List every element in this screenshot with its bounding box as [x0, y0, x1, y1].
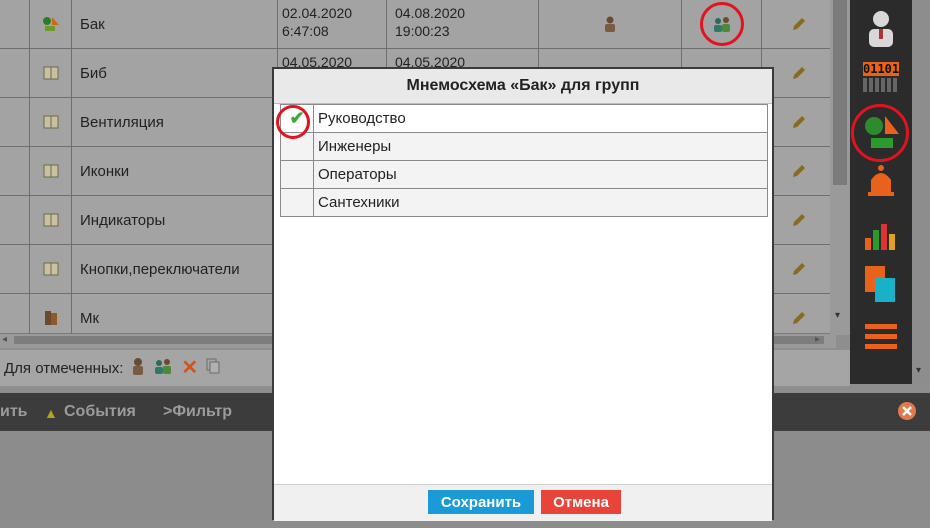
- row-name: Бак: [72, 0, 278, 48]
- group-checkbox[interactable]: [281, 189, 314, 216]
- right-toolbar: 01101: [850, 0, 912, 384]
- group-row-plumbers[interactable]: Сантехники: [280, 189, 768, 217]
- row-modified: 04.08.2020 19:00:23: [387, 0, 539, 48]
- book-icon: [30, 98, 72, 146]
- copy-icon[interactable]: [206, 358, 220, 378]
- cancel-button[interactable]: Отмена: [541, 490, 621, 514]
- bulk-label: Для отмеченных:: [4, 359, 124, 377]
- user-access-icon[interactable]: [539, 0, 682, 48]
- group-label: Инженеры: [318, 138, 392, 155]
- row-checkbox[interactable]: [0, 49, 30, 97]
- group-row-operators[interactable]: Операторы: [280, 161, 768, 189]
- group-list: ✔ Руководство Инженеры Операторы Сантехн…: [280, 104, 768, 217]
- bar-chart-icon[interactable]: [863, 220, 899, 256]
- created-time: 6:47:08: [282, 23, 329, 39]
- shapes-icon: [30, 0, 72, 48]
- dialog-footer: Сохранить Отмена: [274, 484, 772, 521]
- group-row-management[interactable]: ✔ Руководство: [280, 104, 768, 133]
- row-created: 02.04.2020 6:47:08: [278, 0, 387, 48]
- row-name: Биб: [72, 49, 278, 97]
- row-checkbox[interactable]: [0, 98, 30, 146]
- row-checkbox[interactable]: [0, 147, 30, 195]
- user-icon[interactable]: [863, 8, 899, 47]
- row-name: Вентиляция: [72, 98, 278, 146]
- delete-icon[interactable]: ✕: [181, 358, 198, 378]
- close-panel-icon[interactable]: [897, 401, 917, 426]
- bottom-bar-item-cut[interactable]: ить: [0, 403, 28, 421]
- save-button[interactable]: Сохранить: [428, 490, 534, 514]
- warning-icon: ▲: [44, 405, 58, 421]
- mnemonic-highlight: [851, 104, 909, 162]
- binary-label: 01101: [863, 62, 900, 76]
- binary-data-icon[interactable]: 01101: [863, 62, 899, 98]
- scroll-right-icon[interactable]: ▸: [815, 334, 820, 345]
- dialog-title: Мнемосхема «Бак» для групп: [274, 69, 772, 104]
- scroll-down-icon[interactable]: ▾: [835, 310, 840, 321]
- group-access-highlight: [700, 2, 744, 46]
- row-name: Кнопки,переключатели: [72, 245, 278, 293]
- row-checkbox[interactable]: [0, 245, 30, 293]
- documents-icon[interactable]: [863, 264, 899, 302]
- row-name: Индикаторы: [72, 196, 278, 244]
- book-icon: [30, 196, 72, 244]
- alarm-bell-icon[interactable]: [863, 164, 899, 200]
- modified-time: 19:00:23: [395, 23, 450, 39]
- filter-tab[interactable]: >Фильтр: [163, 403, 232, 421]
- modified-date: 04.08.2020: [395, 5, 466, 21]
- events-tab[interactable]: События: [64, 403, 136, 421]
- book-icon: [30, 245, 72, 293]
- group-row-engineers[interactable]: Инженеры: [280, 133, 768, 161]
- group-label: Сантехники: [318, 194, 400, 211]
- created-date: 02.04.2020: [282, 5, 353, 21]
- book-icon: [30, 49, 72, 97]
- row-checkbox[interactable]: [0, 196, 30, 244]
- menu-icon[interactable]: [863, 320, 899, 356]
- edit-pencil-icon[interactable]: [762, 0, 836, 48]
- group-access-icon[interactable]: [153, 357, 173, 379]
- group-label: Операторы: [318, 166, 397, 183]
- checkbox-highlight: [276, 105, 310, 139]
- row-name: Иконки: [72, 147, 278, 195]
- user-access-icon[interactable]: [131, 357, 145, 379]
- group-access-dialog: Мнемосхема «Бак» для групп ✔ Руководство…: [272, 67, 774, 521]
- scroll-left-icon[interactable]: ◂: [2, 334, 7, 345]
- group-checkbox[interactable]: [281, 161, 314, 188]
- book-icon: [30, 147, 72, 195]
- toolbar-scrollbar[interactable]: [912, 0, 930, 384]
- group-label: Руководство: [318, 110, 406, 127]
- row-checkbox[interactable]: [0, 0, 30, 48]
- vertical-scroll-thumb[interactable]: [833, 0, 847, 185]
- toolbar-scroll-down-icon[interactable]: ▾: [916, 365, 921, 376]
